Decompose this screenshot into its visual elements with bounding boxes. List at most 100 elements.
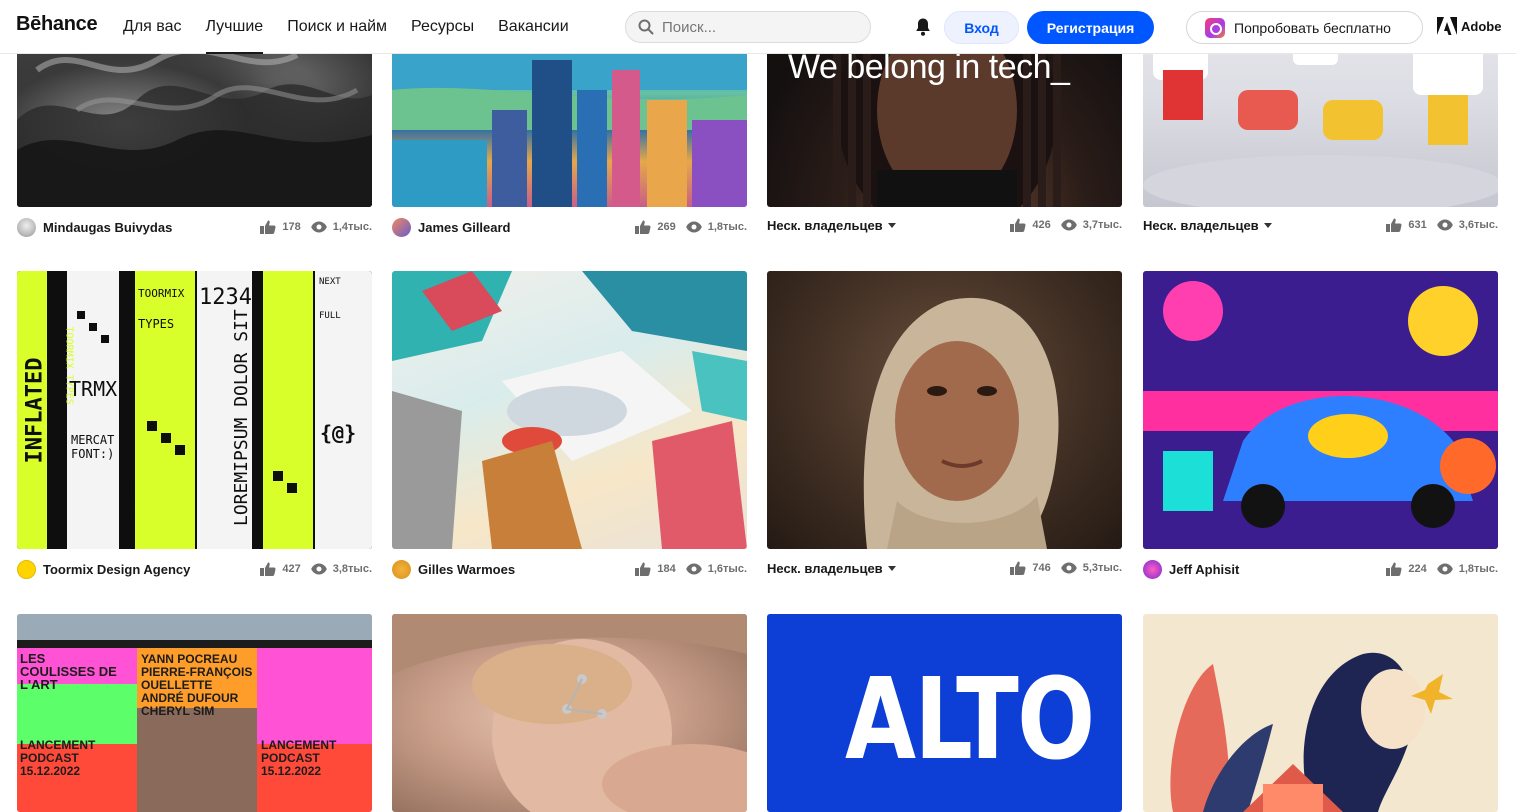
thumbnail-text-mercat: MERCAT FONT:) [71, 433, 115, 461]
project-meta: Неск. владельцев 631 3,6тыс. [1143, 213, 1498, 237]
owner-name: Неск. владельцев [767, 217, 883, 233]
nav-for-you[interactable]: Для вас [123, 0, 182, 54]
thumbnail-text-brace: {@} [320, 421, 357, 445]
project-meta: Toormix Design Agency 427 3,8тыс. [17, 557, 372, 581]
thumbnail-text-trmx: TRMX [69, 377, 118, 401]
poster-text-lancement-right: LANCEMENT PODCAST 15.12.2022 [261, 738, 337, 778]
search-box[interactable] [625, 11, 871, 43]
nav-jobs[interactable]: Вакансии [498, 0, 569, 54]
project-stats: 269 1,8тыс. [625, 220, 747, 234]
project-meta: Неск. владельцев 746 5,3тыс. [767, 556, 1122, 580]
like-count: 631 [1408, 219, 1427, 231]
thumbnail-text-types: TYPES [138, 317, 175, 331]
project-thumbnail[interactable] [1143, 614, 1498, 812]
thumbnail-art [1143, 271, 1498, 549]
eye-icon [1436, 219, 1453, 231]
try-free-button[interactable]: Попробовать бесплатно [1186, 11, 1423, 44]
thumbnail-text-toormix: TOORMIX [138, 287, 185, 300]
owner-avatar [17, 559, 36, 579]
nav-best[interactable]: Лучшие [205, 0, 263, 54]
caret-down-icon [887, 565, 896, 571]
project-thumbnail[interactable] [1143, 271, 1498, 549]
thumbnail-text-next: NEXT [319, 277, 341, 287]
project-thumbnail[interactable] [392, 614, 747, 812]
main-nav: Для вас Лучшие Поиск и найм Ресурсы Вака… [123, 0, 593, 54]
owner-link[interactable]: Jeff Aphisit [1143, 559, 1240, 579]
signup-button[interactable]: Регистрация [1027, 11, 1154, 44]
thumbnail-headline: ALTO [845, 655, 1095, 785]
project-meta: James Gilleard 269 1,8тыс. [392, 215, 747, 239]
project-thumbnail[interactable]: INFLATED TOORMIX TYPES TOORMIX TYPES 123… [17, 271, 372, 549]
view-count: 5,3тыс. [1082, 562, 1122, 574]
multiple-owners-dropdown[interactable]: Неск. владельцев [1143, 218, 1272, 233]
owner-name: Jeff Aphisit [1169, 561, 1240, 577]
owner-link[interactable]: Toormix Design Agency [17, 559, 191, 579]
view-count: 1,4тыс. [332, 221, 372, 233]
eye-icon [310, 563, 327, 575]
owner-name: Неск. владельцев [1143, 217, 1259, 233]
notifications-bell-icon[interactable] [914, 17, 932, 37]
thumbs-up-icon [1386, 562, 1402, 576]
login-button[interactable]: Вход [944, 11, 1019, 44]
thumbs-up-icon [260, 562, 276, 576]
like-count: 178 [282, 221, 301, 233]
poster-text-cheryl: CHERYL SIM [141, 704, 215, 718]
owner-link[interactable]: Gilles Warmoes [392, 559, 516, 579]
owner-avatar [392, 217, 411, 237]
thumbs-up-icon [635, 562, 651, 576]
view-count: 1,6тыс. [707, 563, 747, 575]
try-free-label: Попробовать бесплатно [1234, 19, 1391, 36]
poster-text-pierre: PIERRE-FRANÇOIS OUELLETTE [141, 665, 253, 692]
thumbnail-text-vertical: VERTICAL [127, 474, 138, 518]
owner-name: Mindaugas Buivydas [43, 219, 173, 235]
poster-text-andre: ANDRÉ DUFOUR [141, 691, 239, 705]
view-count: 1,8тыс. [1458, 563, 1498, 575]
view-count: 3,6тыс. [1458, 219, 1498, 231]
project-thumbnail[interactable] [767, 271, 1122, 549]
caret-down-icon [1263, 222, 1272, 228]
thumbs-up-icon [1010, 218, 1026, 232]
project-stats: 631 3,6тыс. [1376, 218, 1498, 232]
behance-logo[interactable]: Bēhance [16, 13, 98, 36]
thumbnail-art [392, 614, 747, 812]
owner-name: Gilles Warmoes [418, 561, 516, 577]
project-stats: 178 1,4тыс. [250, 220, 372, 234]
owner-link[interactable]: James Gilleard [392, 217, 511, 237]
nav-search-hire[interactable]: Поиск и найм [287, 0, 387, 54]
search-input[interactable] [662, 18, 852, 36]
project-thumbnail[interactable]: ALTO [767, 614, 1122, 812]
project-thumbnail[interactable]: LES COULISSES DE L'ART YANN POCREAU PIER… [17, 614, 372, 812]
project-meta: Gilles Warmoes 184 1,6тыс. [392, 557, 747, 581]
eye-icon [1436, 563, 1453, 575]
project-thumbnail[interactable] [392, 271, 747, 549]
like-count: 427 [282, 563, 301, 575]
multiple-owners-dropdown[interactable]: Неск. владельцев [767, 218, 896, 233]
view-count: 1,8тыс. [707, 221, 747, 233]
view-count: 3,8тыс. [332, 563, 372, 575]
caret-down-icon [887, 222, 896, 228]
multiple-owners-dropdown[interactable]: Неск. владельцев [767, 561, 896, 576]
owner-name: Toormix Design Agency [43, 561, 191, 577]
owner-link[interactable]: Mindaugas Buivydas [17, 217, 173, 237]
search-icon [638, 19, 654, 35]
like-count: 269 [657, 221, 676, 233]
like-count: 426 [1032, 219, 1051, 231]
thumbs-up-icon [1386, 218, 1402, 232]
project-meta: Jeff Aphisit 224 1,8тыс. [1143, 557, 1498, 581]
owner-avatar [392, 559, 411, 579]
owner-name: James Gilleard [418, 219, 511, 235]
adobe-logo-icon [1437, 17, 1457, 35]
thumbnail-text-full: FULL [319, 311, 341, 321]
thumbnail-text-inflated: INFLATED [22, 357, 48, 464]
poster-text-date: 15.12.2022 [20, 764, 81, 778]
adobe-link[interactable]: Adobe [1437, 17, 1501, 35]
project-stats: 184 1,6тыс. [625, 562, 747, 576]
thumbnail-art [392, 271, 747, 549]
nav-resources[interactable]: Ресурсы [411, 0, 474, 54]
eye-icon [685, 221, 702, 233]
owner-avatar [17, 217, 36, 237]
thumbs-up-icon [260, 220, 276, 234]
eye-icon [685, 563, 702, 575]
eye-icon [310, 221, 327, 233]
project-stats: 224 1,8тыс. [1376, 562, 1498, 576]
